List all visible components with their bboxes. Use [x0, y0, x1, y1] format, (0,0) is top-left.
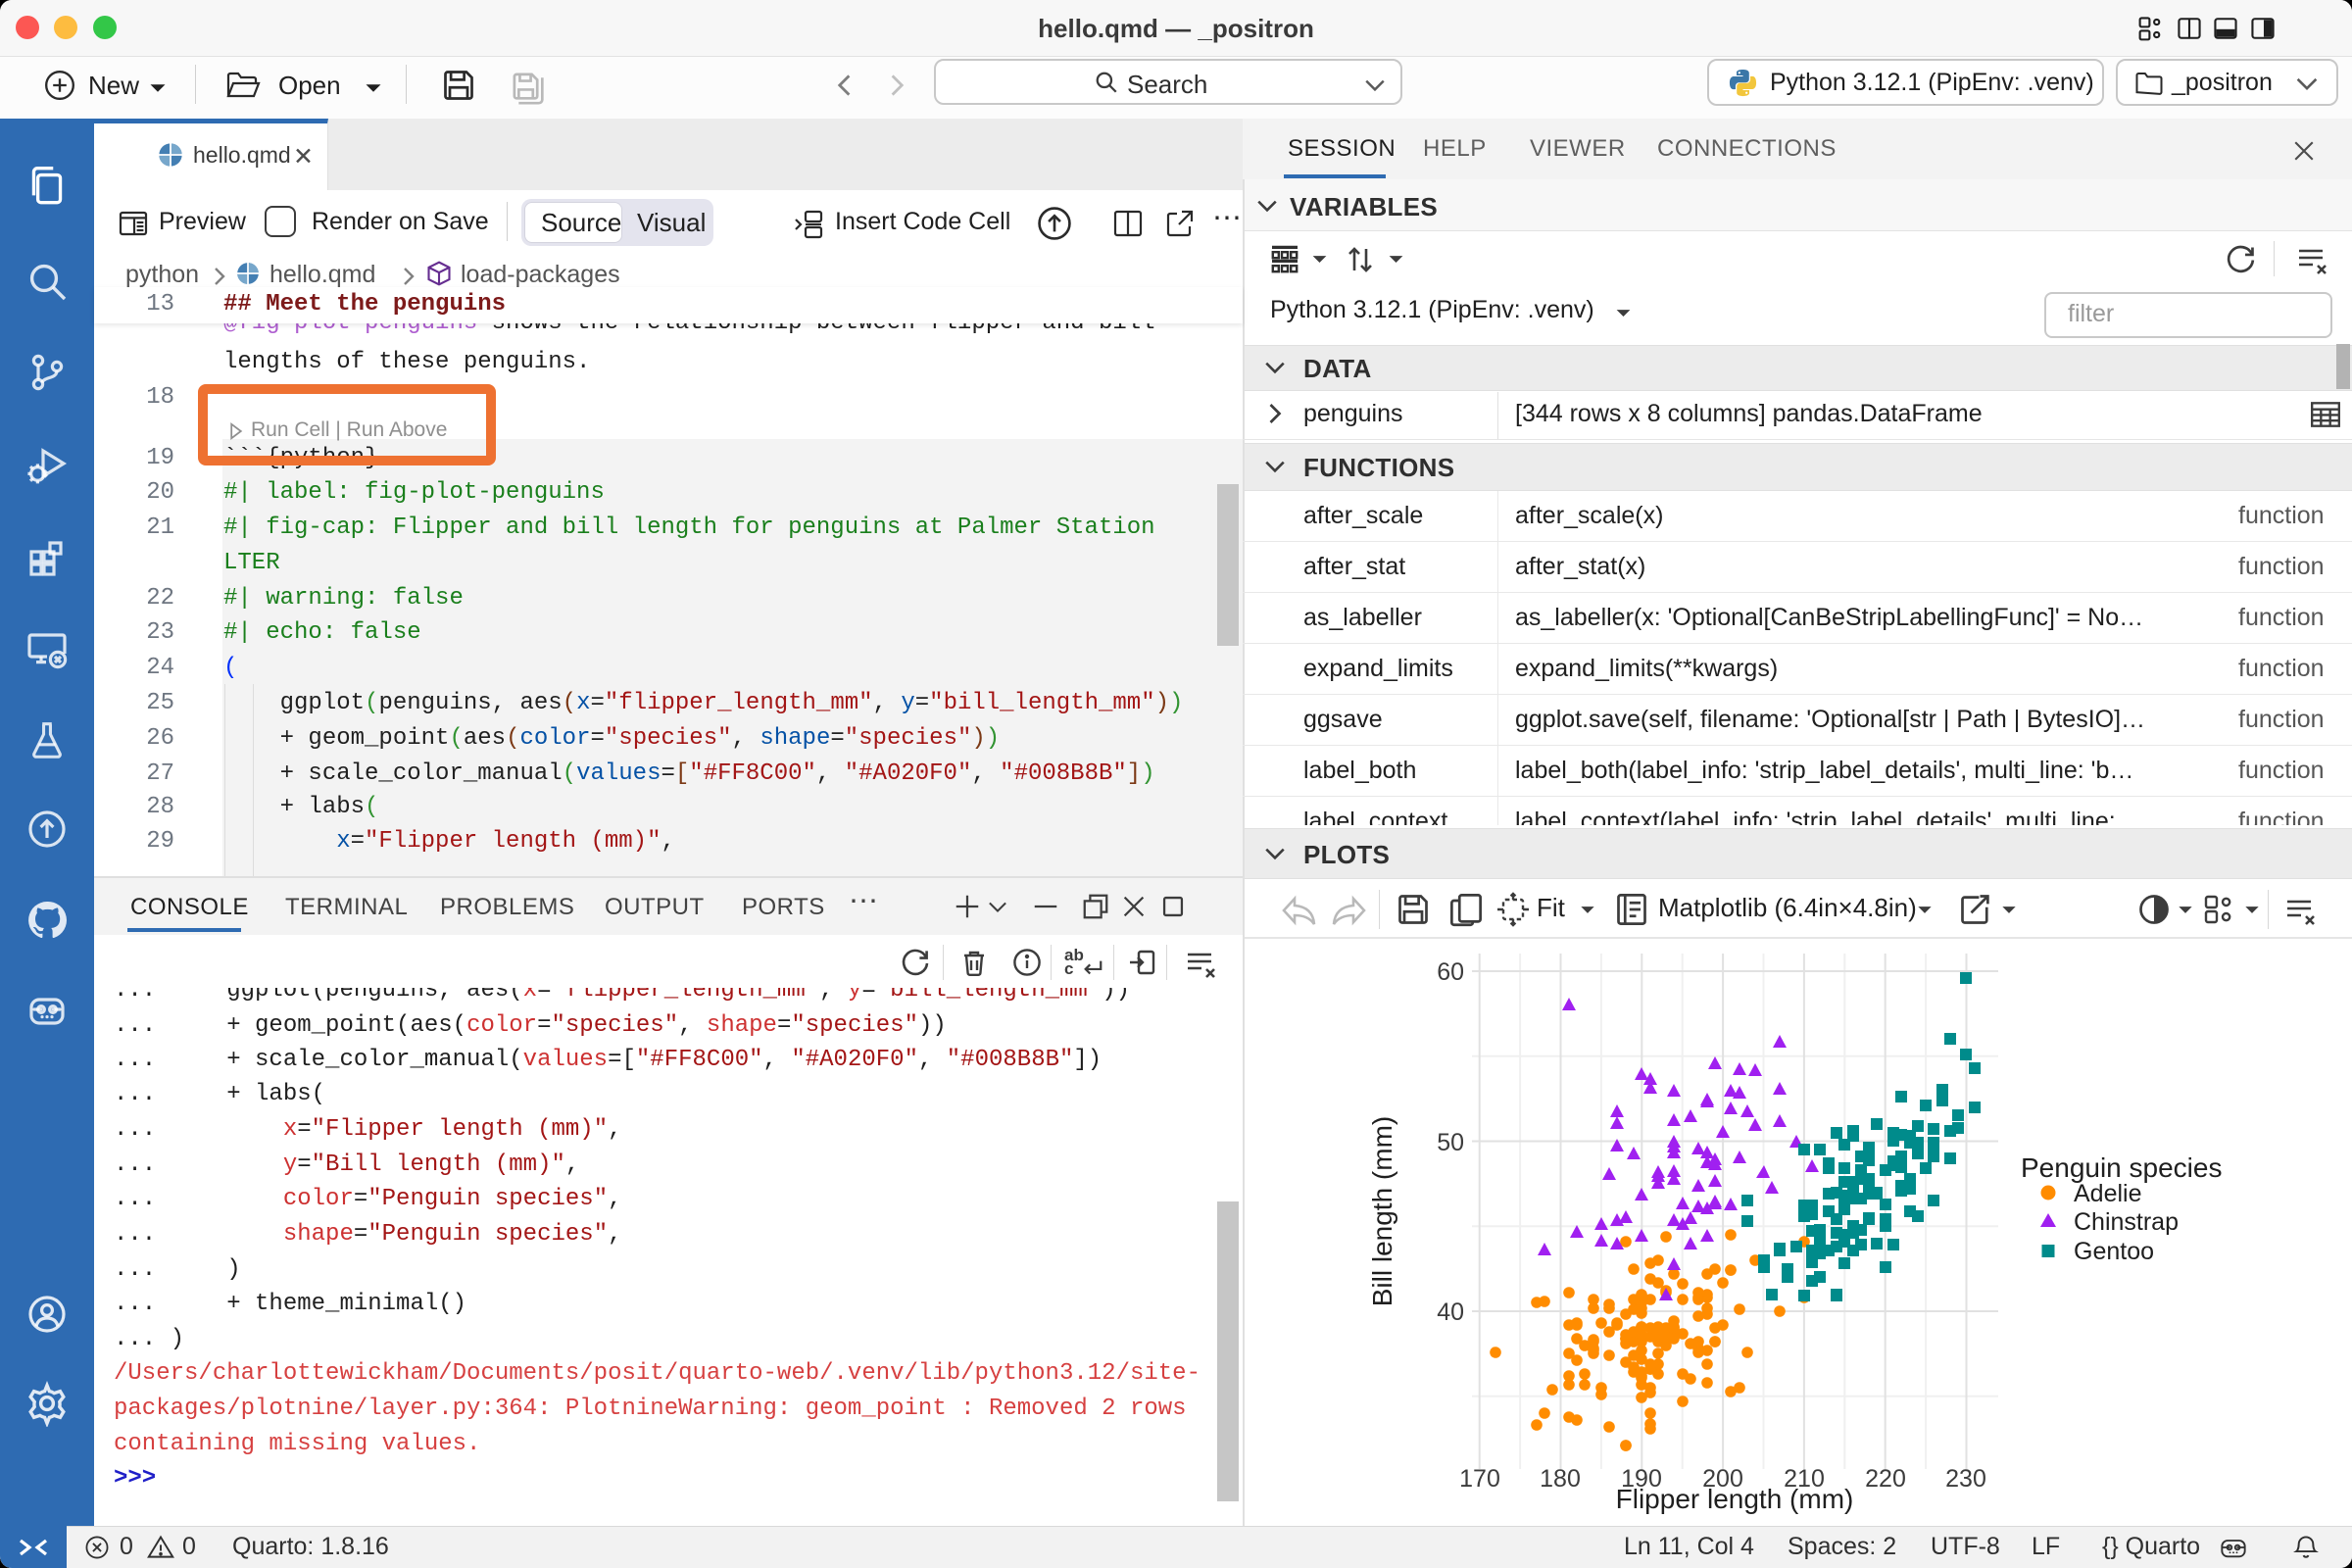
svg-text:180: 180	[1540, 1465, 1581, 1493]
svg-text:Penguin species: Penguin species	[2021, 1152, 2222, 1183]
svg-text:Chinstrap: Chinstrap	[2074, 1208, 2179, 1236]
svg-text:230: 230	[1945, 1465, 1986, 1493]
svg-text:Bill length (mm): Bill length (mm)	[1367, 1116, 1397, 1306]
svg-text:220: 220	[1865, 1465, 1906, 1493]
svg-text:Gentoo: Gentoo	[2074, 1238, 2154, 1265]
svg-text:50: 50	[1437, 1129, 1464, 1156]
svg-text:Flipper length (mm): Flipper length (mm)	[1616, 1484, 1854, 1514]
svg-text:40: 40	[1437, 1298, 1464, 1326]
svg-text:60: 60	[1437, 958, 1464, 986]
svg-text:170: 170	[1459, 1465, 1500, 1493]
svg-text:Adelie: Adelie	[2074, 1180, 2142, 1207]
